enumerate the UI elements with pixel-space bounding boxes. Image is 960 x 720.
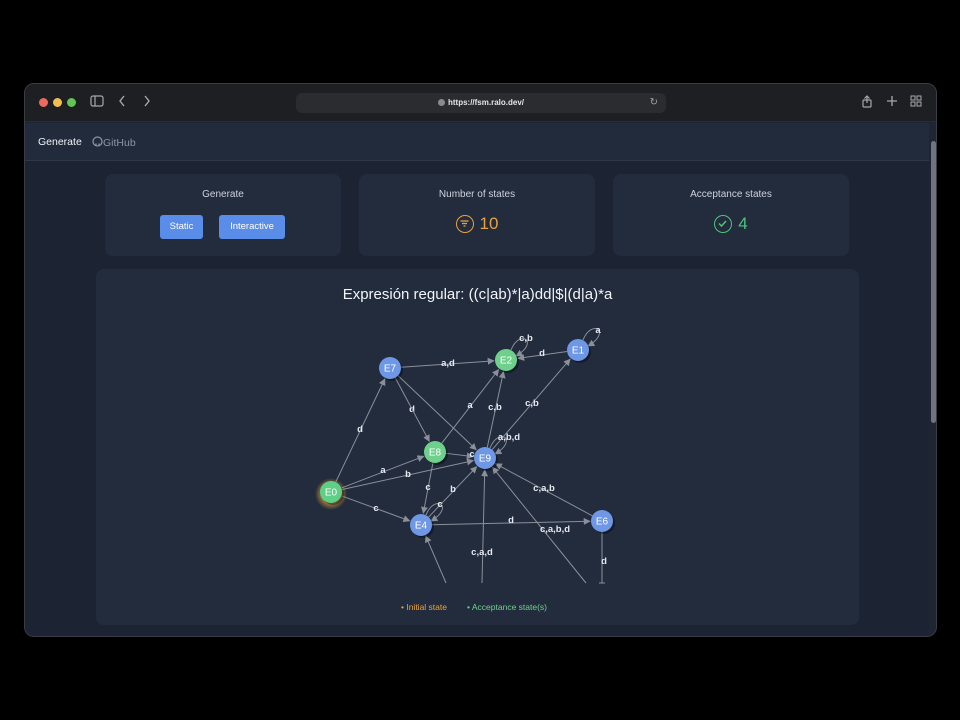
state-label: E9 [479, 454, 492, 465]
edge-label: a [467, 400, 473, 411]
state-node-E7[interactable]: E7 [379, 357, 403, 381]
legend-acceptance: • Acceptance state(s) [467, 602, 547, 612]
edge-label: b [450, 484, 456, 495]
state-node-E4[interactable]: E4 [410, 514, 434, 538]
reload-icon[interactable]: ↻ [650, 93, 658, 113]
generate-card-title: Generate [202, 189, 244, 200]
nav-github-link[interactable]: GitHub [92, 136, 136, 149]
edge-label: a,b,d [498, 432, 520, 443]
new-tab-icon[interactable] [886, 95, 898, 111]
browser-titlebar: https://fsm.ralo.dev/ ↻ [25, 84, 936, 122]
state-node-E2[interactable]: E2 [495, 349, 519, 373]
states-card-title: Number of states [438, 189, 516, 200]
edge-label: d [539, 348, 545, 359]
tab-overview-icon[interactable] [910, 95, 922, 111]
edge-label: c,b [488, 402, 502, 413]
legend-initial: • Initial state [401, 602, 447, 612]
site-icon [437, 99, 445, 106]
edge-label: a [595, 325, 601, 336]
edge-label: c [373, 503, 378, 514]
back-icon[interactable] [118, 95, 126, 111]
state-label: E7 [384, 364, 397, 375]
nav-generate-link[interactable]: Generate [38, 136, 82, 148]
app-navbar: Generate GitHub [25, 123, 929, 161]
state-node-E8[interactable]: E8 [424, 441, 448, 465]
edge-label: c,b [519, 333, 533, 344]
generate-card: Generate Static Interactive [105, 174, 341, 256]
interactive-button[interactable]: Interactive [219, 215, 285, 239]
edge-label: b [405, 469, 411, 480]
edge-label: c,b [525, 398, 539, 409]
edge-label: a,d [441, 358, 455, 369]
legend-initial-label: Initial state [406, 602, 447, 612]
github-label: GitHub [103, 137, 136, 149]
main-content: Generate Static Interactive Number of st… [25, 162, 929, 636]
state-label: E0 [325, 488, 338, 499]
edge-label: d [601, 556, 607, 567]
browser-window: https://fsm.ralo.dev/ ↻ Generate GitHub … [24, 83, 937, 637]
acceptance-count: 4 [738, 214, 748, 233]
acceptance-stat: 4 [613, 214, 849, 234]
edge-label: d [357, 424, 363, 435]
edge-label: d [508, 515, 514, 526]
edge-label: c,a,b [533, 483, 555, 494]
state-node-E9[interactable]: E9 [474, 447, 498, 471]
edge-offscreen-E4 [425, 535, 447, 584]
github-icon [92, 136, 103, 147]
states-stat: 10 [359, 214, 595, 234]
check-badge-icon [714, 215, 733, 233]
sidebar-toggle-icon[interactable] [90, 95, 104, 111]
edge-label: a [380, 465, 386, 476]
states-count: 10 [479, 214, 499, 233]
state-node-E6[interactable]: E6 [591, 510, 615, 534]
url-text: https://fsm.ralo.dev/ [447, 98, 524, 107]
close-window-button[interactable] [39, 98, 48, 107]
filter-lines-icon [455, 215, 474, 233]
state-label: E6 [596, 517, 609, 528]
state-node-E0[interactable]: E0 [315, 478, 347, 510]
forward-icon[interactable] [143, 95, 151, 111]
edge-label: c,a,d [471, 547, 493, 558]
fsm-graph[interactable]: a,ddddac,bc,babcbcdc,a,bc,a,b,dc,a,ddac,… [96, 269, 859, 625]
state-node-E1[interactable]: E1 [567, 339, 591, 363]
state-label: E8 [429, 448, 442, 459]
scrollbar-thumb[interactable] [931, 141, 936, 423]
acceptance-card-title: Acceptance states [690, 189, 772, 200]
graph-panel: Expresión regular: ((c|ab)*|a)dd|$|(d|a)… [96, 269, 859, 625]
edge-label: c [425, 482, 430, 493]
edge-label: c,a,b,d [540, 524, 570, 535]
state-label: E1 [572, 346, 585, 357]
edge-E7-E8 [394, 377, 430, 443]
address-bar[interactable]: https://fsm.ralo.dev/ ↻ [296, 93, 666, 113]
edge-label: c [437, 499, 442, 510]
zoom-window-button[interactable] [67, 98, 76, 107]
static-button[interactable]: Static [160, 215, 203, 239]
edge-offscreen-E9 [481, 469, 489, 584]
state-label: E4 [415, 521, 428, 532]
acceptance-card: Acceptance states 4 [613, 174, 849, 256]
state-label: E2 [500, 356, 513, 367]
share-icon[interactable] [861, 95, 873, 112]
states-card: Number of states 10 [359, 174, 595, 256]
legend-acceptance-label: Acceptance state(s) [471, 602, 547, 612]
edge-label: c [469, 449, 474, 459]
minimize-window-button[interactable] [53, 98, 62, 107]
page-scrollbar[interactable] [929, 123, 936, 636]
